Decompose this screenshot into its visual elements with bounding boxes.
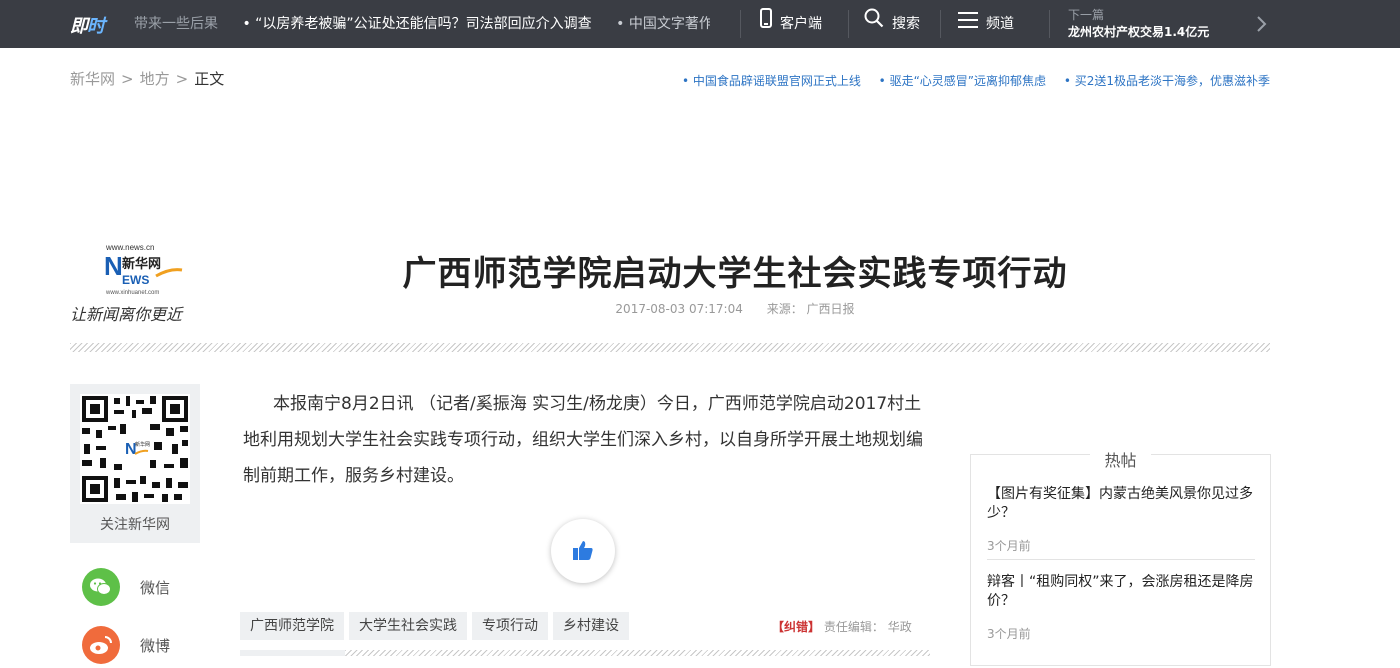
- ticker-item[interactable]: • “以房养老被骗”公证处还能信吗？司法部回应介入调查: [242, 16, 591, 32]
- breadcrumb-sep: >: [175, 70, 189, 88]
- like-button[interactable]: [551, 519, 615, 583]
- hot-posts-title: 热帖: [971, 447, 1270, 471]
- article-date: 2017-08-03 07:17:04: [615, 302, 743, 316]
- hatch-divider: [70, 343, 1270, 352]
- client-label: 客户端: [780, 16, 822, 32]
- breadcrumb-section[interactable]: 地方: [140, 70, 170, 88]
- channel-label: 频道: [986, 16, 1014, 32]
- hot-post-title[interactable]: 【图片有奖征集】内蒙古绝美风景你见过多少？: [987, 485, 1255, 523]
- tag[interactable]: 大学生社会实践: [349, 612, 467, 640]
- logo-part-2: 时: [87, 16, 105, 37]
- tag[interactable]: 专项行动: [472, 612, 548, 640]
- logo-brand: 新华网: [122, 256, 161, 272]
- hot-posts-panel: 热帖 【图片有奖征集】内蒙古绝美风景你见过多少？ 3个月前 辩客丨“租购同权”来…: [970, 451, 1271, 666]
- weibo-icon: [82, 626, 120, 664]
- next-title: 龙州农村产权交易1.4亿元: [1068, 25, 1210, 39]
- hot-post-item[interactable]: 辩客丨“租购同权”来了，会涨房租还是降房价？ 3个月前: [987, 573, 1255, 642]
- hot-post-item[interactable]: 【图片有奖征集】内蒙古绝美风景你见过多少？ 3个月前: [987, 485, 1255, 554]
- qr-code-image: N 新华网: [80, 394, 190, 504]
- wechat-label: 微信: [140, 579, 171, 597]
- correction-editor: 【纠错】 责任编辑： 华政: [772, 618, 912, 635]
- svg-text:N: N: [104, 251, 123, 281]
- news-ticker: 带来一些后果 • “以房养老被骗”公证处还能信吗？司法部回应介入调查 • 中国文…: [134, 0, 710, 48]
- hatch-divider: [345, 650, 930, 656]
- divider: [740, 10, 741, 38]
- tag-list: 广西师范学院 大学生社会实践 专项行动 乡村建设: [240, 612, 634, 640]
- phone-icon: [760, 0, 772, 48]
- wechat-share[interactable]: 微信: [82, 568, 222, 608]
- tag[interactable]: 广西师范学院: [240, 612, 344, 640]
- divider: [240, 650, 345, 656]
- next-label: 下一篇: [1068, 8, 1105, 22]
- chevron-right-icon[interactable]: [1252, 15, 1270, 33]
- article-title: 广西师范学院启动大学生社会实践专项行动: [402, 254, 1068, 294]
- ticker-item[interactable]: 带来一些后果: [134, 16, 218, 32]
- article-source[interactable]: 广西日报: [807, 302, 855, 316]
- next-article-link[interactable]: 下一篇 龙州农村产权交易1.4亿元: [1068, 8, 1209, 42]
- logo-site: www.xinhuanet.com: [105, 290, 159, 296]
- promo-link[interactable]: • 买2送1极品老淡干海参，优惠滋补季: [1064, 74, 1270, 88]
- hot-post-title[interactable]: 辩客丨“租购同权”来了，会涨房租还是降房价？: [987, 573, 1255, 611]
- wechat-icon: [82, 568, 120, 606]
- breadcrumb-current: 正文: [194, 70, 225, 88]
- weibo-label: 微博: [140, 637, 171, 655]
- article-body: 本报南宁8月2日讯 （记者/奚振海 实习生/杨龙庚）今日，广西师范学院启动201…: [243, 394, 923, 486]
- promo-links: • 中国食品辟谣联盟官网正式上线 • 驱走“心灵感冒”远离抑郁焦虑 • 买2送1…: [668, 72, 1270, 89]
- article-meta: 2017-08-03 07:17:04 来源： 广西日报: [240, 300, 1230, 317]
- svg-text:新华网: 新华网: [135, 441, 150, 448]
- divider: [987, 559, 1255, 560]
- svg-text:EWS: EWS: [122, 273, 149, 287]
- menu-icon: [958, 0, 978, 48]
- search-icon: [864, 0, 884, 48]
- promo-link[interactable]: • 驱走“心灵感冒”远离抑郁焦虑: [879, 74, 1046, 88]
- ticker-item[interactable]: • 中国文字著作权: [616, 16, 710, 32]
- weibo-share[interactable]: 微博: [82, 626, 222, 666]
- top-bar: 即时 带来一些后果 • “以房养老被骗”公证处还能信吗？司法部回应介入调查 • …: [0, 0, 1400, 48]
- promo-link[interactable]: • 中国食品辟谣联盟官网正式上线: [682, 74, 861, 88]
- qr-code-box: N 新华网 关注新华网: [70, 384, 200, 543]
- hot-post-date: 3个月前: [987, 539, 1031, 553]
- source-label: 来源：: [766, 302, 803, 316]
- divider: [940, 10, 941, 38]
- follow-label: 关注新华网: [100, 517, 170, 533]
- hot-post-date: 3个月前: [987, 627, 1031, 641]
- search-label: 搜索: [892, 16, 920, 32]
- jishi-logo[interactable]: 即时: [70, 12, 105, 38]
- correction-link[interactable]: 【纠错】: [772, 620, 820, 634]
- breadcrumb: 新华网 > 地方 > 正文: [70, 68, 224, 89]
- xinhua-logo[interactable]: www.news.cn N 新华网 EWS www.xinhuanet.com …: [70, 240, 205, 325]
- channel-button[interactable]: 频道: [958, 0, 1014, 48]
- search-button[interactable]: 搜索: [864, 0, 920, 48]
- breadcrumb-sep: >: [121, 70, 134, 88]
- breadcrumb-home[interactable]: 新华网: [70, 70, 115, 88]
- thumbs-up-icon: [573, 541, 593, 560]
- editor-label: 责任编辑：: [823, 620, 884, 634]
- divider: [1049, 10, 1050, 38]
- logo-slogan: 让新闻离你更近: [70, 305, 184, 324]
- tag[interactable]: 乡村建设: [553, 612, 629, 640]
- editor-name: 华政: [887, 620, 912, 634]
- divider: [848, 10, 849, 38]
- logo-part-1: 即: [70, 16, 88, 37]
- client-button[interactable]: 客户端: [760, 0, 822, 48]
